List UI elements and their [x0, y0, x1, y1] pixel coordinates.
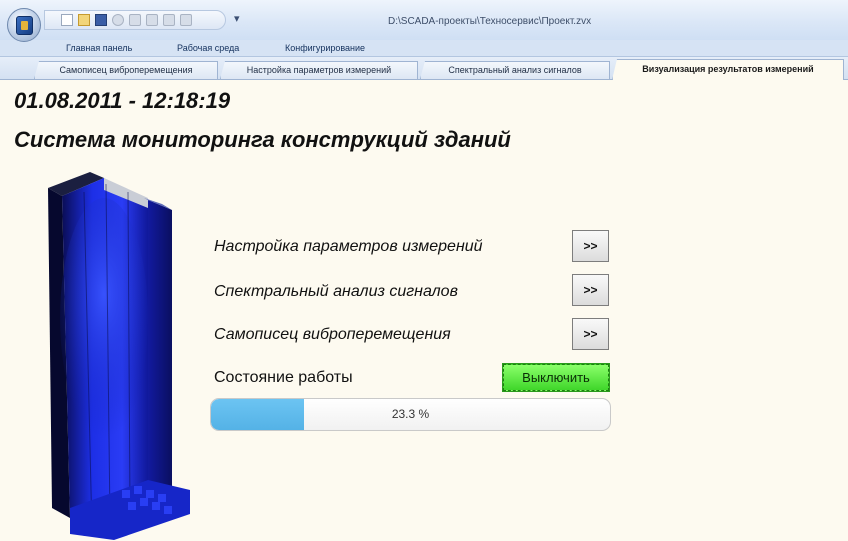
undo-icon[interactable] — [112, 14, 124, 26]
page-title: Система мониторинга конструкций зданий — [14, 127, 511, 152]
stop-button[interactable]: Выключить — [502, 363, 610, 392]
redo-icon[interactable] — [129, 14, 141, 26]
app-logo — [16, 16, 33, 35]
building-model-icon — [48, 172, 190, 540]
progress-bar: 23.3 % — [210, 398, 611, 431]
save-icon[interactable] — [95, 14, 107, 26]
title-bar: ▾ D:\SCADA-проекты\Техносервис\Проект.zv… — [0, 0, 848, 40]
nav-label-spectral-analysis: Спектральный анализ сигналов — [214, 283, 458, 300]
app-orb-icon[interactable] — [7, 8, 41, 42]
progress-text: 23.3 % — [391, 407, 430, 421]
open-icon[interactable] — [78, 14, 90, 26]
tab-measurement-settings[interactable]: Настройка параметров измерений — [220, 61, 418, 79]
ribbon-tab-configuration[interactable]: Конфигурирование — [285, 43, 365, 53]
tab-vibration-recorder[interactable]: Самописец виброперемещения — [34, 61, 218, 79]
window-title: D:\SCADA-проекты\Техносервис\Проект.zvx — [388, 16, 592, 27]
ribbon-tab-main-panel[interactable]: Главная панель — [66, 43, 132, 53]
ribbon-tab-workspace[interactable]: Рабочая среда — [177, 43, 239, 53]
work-status-label: Состояние работы — [214, 369, 353, 386]
print-icon[interactable] — [180, 14, 192, 26]
document-tabs: Самописец виброперемещения Настройка пар… — [0, 57, 848, 80]
quick-access-toolbar — [44, 10, 226, 30]
qat-customize-icon[interactable]: ▾ — [234, 12, 240, 25]
layout-icon[interactable] — [163, 14, 175, 26]
open-spectral-analysis-button[interactable]: >> — [572, 274, 609, 306]
ribbon-menu: Главная панель Рабочая среда Конфигуриро… — [0, 40, 848, 57]
open-measurement-settings-button[interactable]: >> — [572, 230, 609, 262]
nav-label-measurement-settings: Настройка параметров измерений — [214, 238, 483, 255]
open-vibration-recorder-button[interactable]: >> — [572, 318, 609, 350]
table-icon[interactable] — [146, 14, 158, 26]
datetime-display: 01.08.2011 - 12:18:19 — [14, 88, 231, 113]
tab-spectral-analysis[interactable]: Спектральный анализ сигналов — [420, 61, 610, 79]
tab-results-visualization[interactable]: Визуализация результатов измерений — [612, 59, 844, 80]
nav-label-vibration-recorder: Самописец виброперемещения — [214, 326, 451, 343]
new-icon[interactable] — [61, 14, 73, 26]
